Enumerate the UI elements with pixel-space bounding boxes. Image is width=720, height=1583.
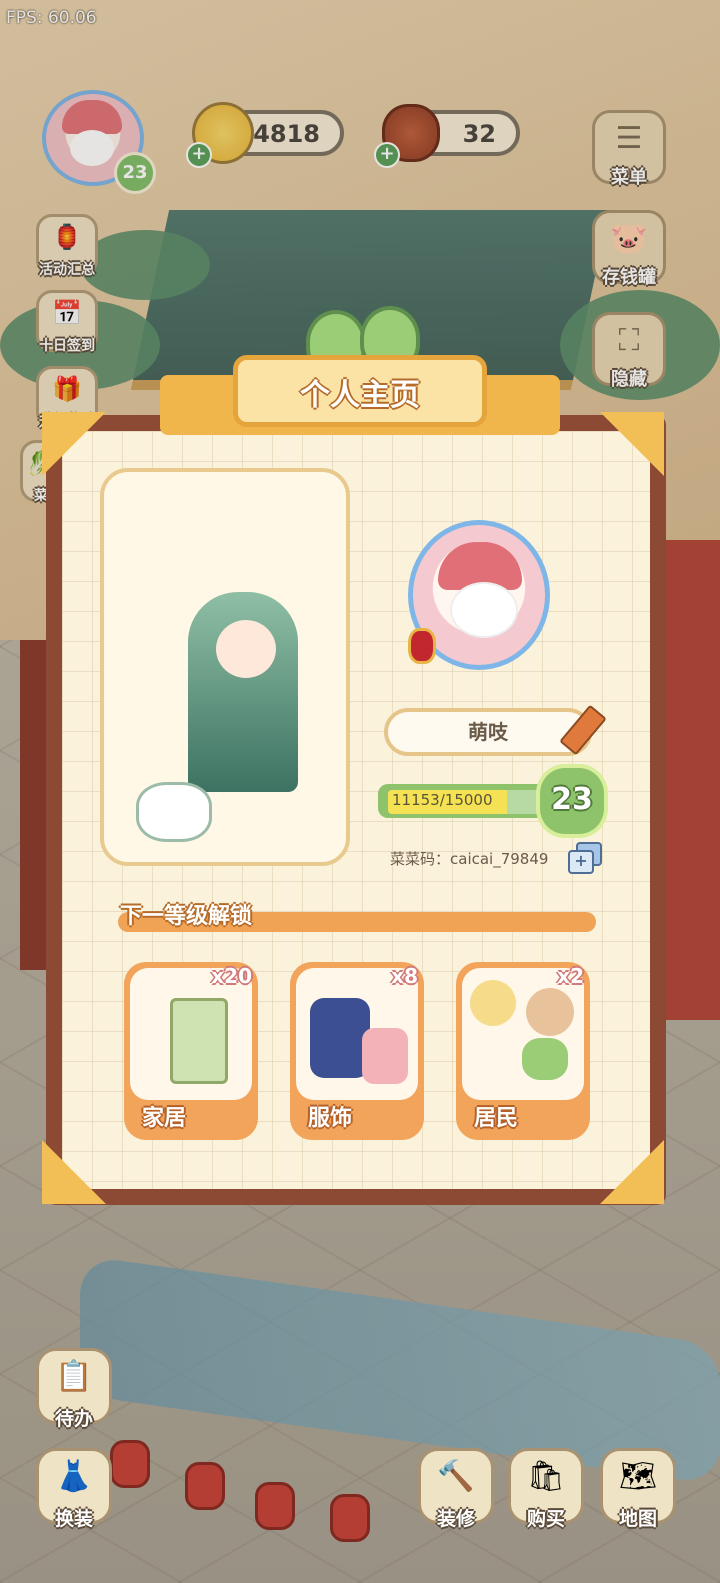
shop-icon: 🛍 bbox=[526, 1459, 566, 1494]
map-button[interactable]: 🗺 地图 bbox=[600, 1448, 676, 1530]
nickname-field[interactable]: 萌吱 bbox=[384, 708, 592, 756]
character-face bbox=[216, 620, 276, 678]
decorate-icon: 🔨 bbox=[437, 1459, 475, 1494]
page-title: 个人主页 bbox=[300, 378, 420, 413]
jewel-ornament-icon bbox=[408, 628, 436, 664]
reward-residents[interactable]: x2 居民 bbox=[456, 962, 590, 1140]
profile-avatar[interactable] bbox=[398, 510, 560, 680]
reward-clothing[interactable]: x8 服饰 bbox=[290, 962, 424, 1140]
reward-count: x20 bbox=[211, 964, 252, 988]
xp-text: 11153/15000 bbox=[392, 791, 493, 809]
todo-button[interactable]: 📋 待办 bbox=[36, 1348, 112, 1430]
reward-label: 居民 bbox=[474, 1106, 519, 1131]
reward-label: 家居 bbox=[142, 1106, 187, 1131]
panel-corner bbox=[600, 412, 664, 476]
title-plate: 个人主页 bbox=[233, 355, 487, 427]
shop-button[interactable]: 🛍 购买 bbox=[508, 1448, 584, 1530]
map-icon: 🗺 bbox=[618, 1459, 658, 1494]
dress-up-button[interactable]: 👗 换装 bbox=[36, 1448, 112, 1530]
pet-companion bbox=[136, 782, 212, 842]
dress-up-icon: 👗 bbox=[55, 1459, 93, 1494]
reward-count: x2 bbox=[557, 964, 584, 988]
character-card[interactable] bbox=[100, 468, 350, 866]
panel-corner bbox=[600, 1140, 664, 1204]
level-clover-badge: 23 bbox=[536, 764, 608, 838]
reward-furniture[interactable]: x20 家居 bbox=[124, 962, 258, 1140]
copy-plus-icon: + bbox=[568, 850, 594, 874]
unlock-section-title: 下一等级解锁 bbox=[120, 904, 253, 929]
reward-label: 服饰 bbox=[308, 1106, 353, 1131]
decorate-button[interactable]: 🔨 装修 bbox=[418, 1448, 494, 1530]
todo-icon: 📋 bbox=[55, 1359, 93, 1394]
reward-count: x8 bbox=[391, 964, 418, 988]
panel-corner bbox=[42, 1140, 106, 1204]
panel-corner bbox=[42, 412, 106, 476]
player-code: 菜菜码：caicai_79849 bbox=[390, 850, 549, 868]
copy-code-button[interactable]: + bbox=[568, 842, 602, 874]
avatar-face bbox=[450, 582, 518, 638]
